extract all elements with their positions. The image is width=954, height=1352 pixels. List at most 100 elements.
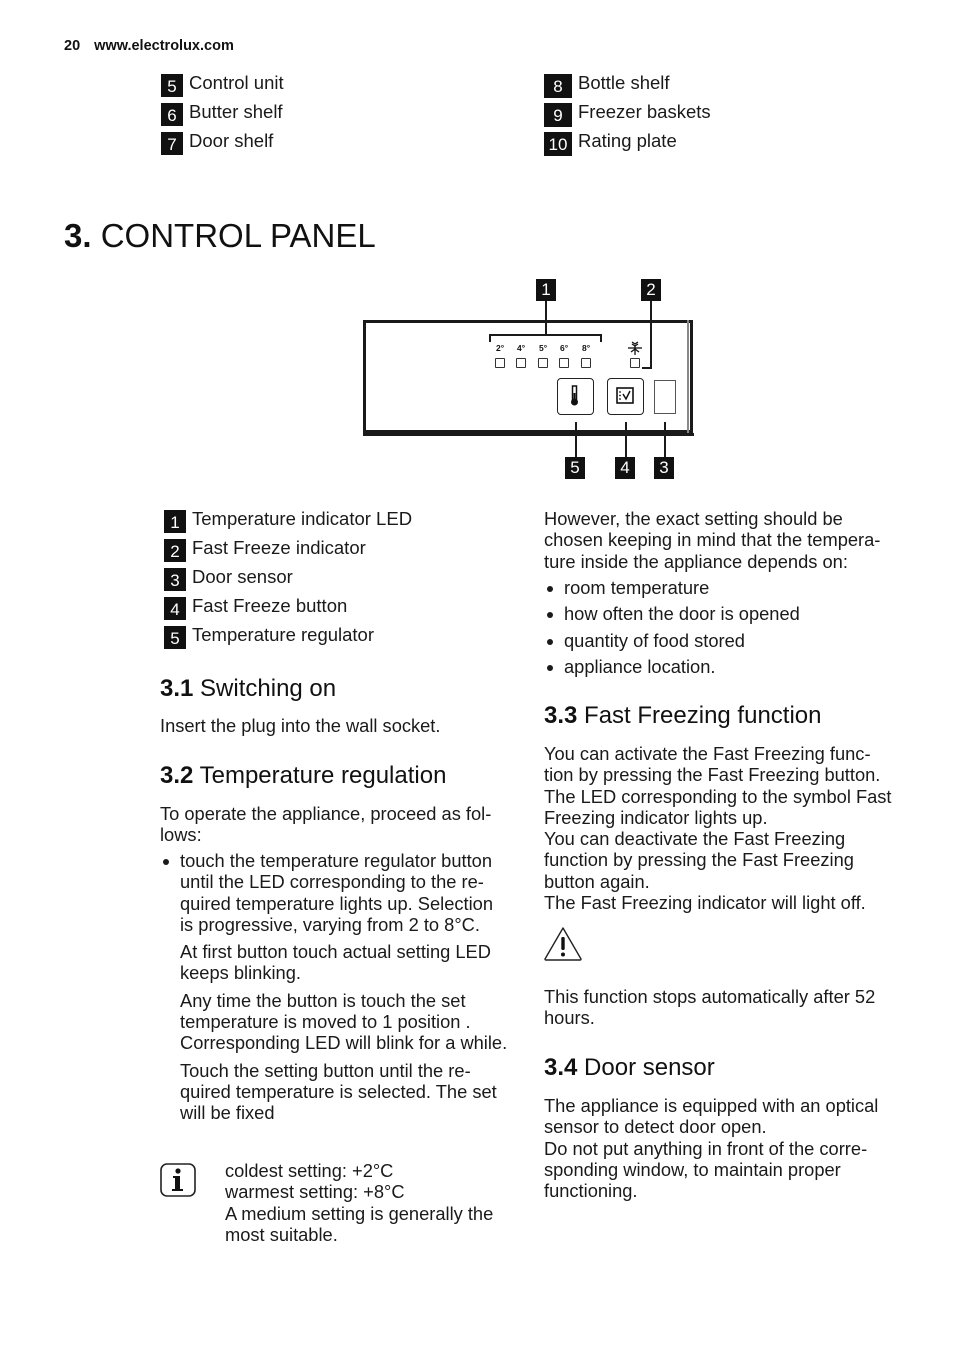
control-legend-item: 5 Temperature regulator bbox=[164, 623, 374, 652]
bullet-item: touch the temperature regulator button u… bbox=[160, 850, 510, 935]
leader-line-5 bbox=[575, 422, 577, 457]
parts-legend-item: 8 Bottle shelf bbox=[544, 71, 670, 100]
fast-freeze-button[interactable] bbox=[607, 378, 644, 415]
led-label-2: 2° bbox=[496, 343, 505, 353]
control-panel-diagram: 1 2 3 4 5 2° 4° 5° 6° 8° bbox=[362, 276, 696, 482]
leader-line-3 bbox=[664, 422, 666, 457]
leader-line-4 bbox=[625, 422, 627, 457]
temperature-led-2 bbox=[495, 358, 505, 368]
warning-icon bbox=[544, 927, 582, 961]
chapter-name: CONTROL PANEL bbox=[100, 217, 376, 254]
temperature-regulation-steps: touch the temperature regulator button u… bbox=[160, 850, 510, 1124]
chapter-title: 3. CONTROL PANEL bbox=[64, 214, 376, 258]
snowflake-arrows-icon bbox=[628, 341, 642, 355]
fast-freezing-warning: This function stops automatically after … bbox=[544, 986, 876, 1029]
section-heading-door-sensor: 3.4 Door sensor bbox=[544, 1053, 715, 1083]
temperature-led-8 bbox=[581, 358, 591, 368]
section-heading-temperature-regulation: 3.2 Temperature regulation bbox=[160, 761, 446, 791]
step-paragraph: Touch the setting button until the re-qu… bbox=[180, 1059, 497, 1124]
info-line: A medium setting is generally the most s… bbox=[225, 1202, 494, 1245]
part-number-badge: 10 bbox=[544, 132, 572, 156]
info-note: coldest setting: +2°C warmest setting: +… bbox=[225, 1160, 515, 1245]
part-label: Butter shelf bbox=[189, 101, 283, 122]
led-label-8: 8° bbox=[582, 343, 591, 353]
bullet-item: appliance location. bbox=[544, 656, 896, 677]
bullet-item: room temperature bbox=[544, 577, 896, 598]
page-header: 20 www.electrolux.com bbox=[64, 38, 234, 54]
section-number: 3.4 bbox=[544, 1054, 578, 1081]
callout-5: 5 bbox=[565, 457, 585, 479]
bullet-item: quantity of food stored bbox=[544, 630, 896, 651]
control-number-badge: 2 bbox=[164, 539, 186, 562]
part-label: Rating plate bbox=[578, 130, 677, 151]
led-label-5: 5° bbox=[539, 343, 548, 353]
control-legend-item: 3 Door sensor bbox=[164, 565, 293, 594]
bracket-right bbox=[600, 334, 602, 342]
bullet-item: how often the door is opened bbox=[544, 603, 896, 624]
info-icon bbox=[160, 1163, 196, 1197]
control-number-badge: 5 bbox=[164, 626, 186, 649]
temperature-regulator-button[interactable] bbox=[557, 378, 594, 415]
chapter-number: 3. bbox=[64, 217, 92, 254]
section-heading-fast-freezing: 3.3 Fast Freezing function bbox=[544, 701, 822, 731]
control-label: Door sensor bbox=[192, 566, 293, 587]
control-label: Fast Freeze button bbox=[192, 595, 348, 616]
panel-bottom-edge bbox=[363, 433, 694, 436]
parts-legend-item: 6 Butter shelf bbox=[161, 100, 283, 129]
panel-outline bbox=[363, 320, 690, 433]
switching-on-text: Insert the plug into the wall socket. bbox=[160, 715, 441, 736]
setting-factors-intro: However, the exact setting should be cho… bbox=[544, 508, 881, 572]
info-line: coldest setting: +2°C bbox=[225, 1160, 394, 1181]
section-title: Switching on bbox=[200, 675, 337, 702]
control-number-badge: 1 bbox=[164, 510, 186, 533]
part-label: Freezer baskets bbox=[578, 101, 711, 122]
step-paragraph: At first button touch actual setting LED… bbox=[180, 941, 491, 984]
text-line: The appliance is equipped with an optica… bbox=[544, 1095, 879, 1138]
part-label: Control unit bbox=[189, 72, 284, 93]
checklist-icon bbox=[616, 387, 634, 404]
bracket-left bbox=[489, 334, 491, 342]
control-label: Temperature indicator LED bbox=[192, 508, 413, 529]
section-heading-switching-on: 3.1 Switching on bbox=[160, 674, 336, 704]
control-label: Fast Freeze indicator bbox=[192, 537, 366, 558]
callout-2: 2 bbox=[641, 279, 661, 301]
parts-legend-item: 9 Freezer baskets bbox=[544, 100, 711, 129]
control-legend-item: 2 Fast Freeze indicator bbox=[164, 536, 366, 565]
leader-line-2 bbox=[650, 301, 652, 368]
section-number: 3.1 bbox=[160, 675, 194, 702]
control-label: Temperature regulator bbox=[192, 624, 375, 645]
part-label: Bottle shelf bbox=[578, 72, 670, 93]
fast-freeze-led bbox=[630, 358, 640, 368]
text-line: You can deactivate the Fast Freezing fun… bbox=[544, 828, 854, 892]
part-number-badge: 7 bbox=[161, 132, 183, 155]
callout-3: 3 bbox=[654, 457, 674, 479]
temperature-led-4 bbox=[516, 358, 526, 368]
temperature-led-6 bbox=[559, 358, 569, 368]
led-label-4: 4° bbox=[517, 343, 526, 353]
page-number: 20 bbox=[64, 38, 81, 54]
text-line: The Fast Freezing indicator will light o… bbox=[544, 892, 866, 914]
led-label-6: 6° bbox=[560, 343, 569, 353]
section-number: 3.3 bbox=[544, 702, 578, 729]
callout-1: 1 bbox=[536, 279, 556, 301]
section-number: 3.2 bbox=[160, 762, 194, 789]
section-title: Door sensor bbox=[584, 1054, 715, 1081]
section-title: Fast Freezing function bbox=[584, 702, 822, 729]
temperature-regulation-intro: To operate the appliance, proceed as fol… bbox=[160, 803, 492, 846]
parts-legend-item: 10 Rating plate bbox=[544, 129, 677, 158]
step-paragraph: Any time the button is touch the set tem… bbox=[180, 989, 508, 1054]
panel-edge bbox=[687, 320, 693, 436]
part-label: Door shelf bbox=[189, 130, 274, 151]
part-number-badge: 5 bbox=[161, 74, 183, 97]
website-link[interactable]: www.electrolux.com bbox=[94, 38, 234, 54]
part-number-badge: 8 bbox=[544, 74, 572, 98]
section-title: Temperature regulation bbox=[199, 762, 447, 789]
setting-factors-list: room temperature how often the door is o… bbox=[544, 577, 896, 682]
leader-line-1 bbox=[545, 301, 547, 335]
control-number-badge: 4 bbox=[164, 597, 186, 620]
control-legend-item: 4 Fast Freeze button bbox=[164, 594, 347, 623]
door-sensor-window bbox=[654, 380, 676, 414]
bracket-line bbox=[489, 334, 601, 336]
text-line: Do not put anything in front of the corr… bbox=[544, 1137, 868, 1202]
parts-legend-item: 5 Control unit bbox=[161, 71, 284, 100]
